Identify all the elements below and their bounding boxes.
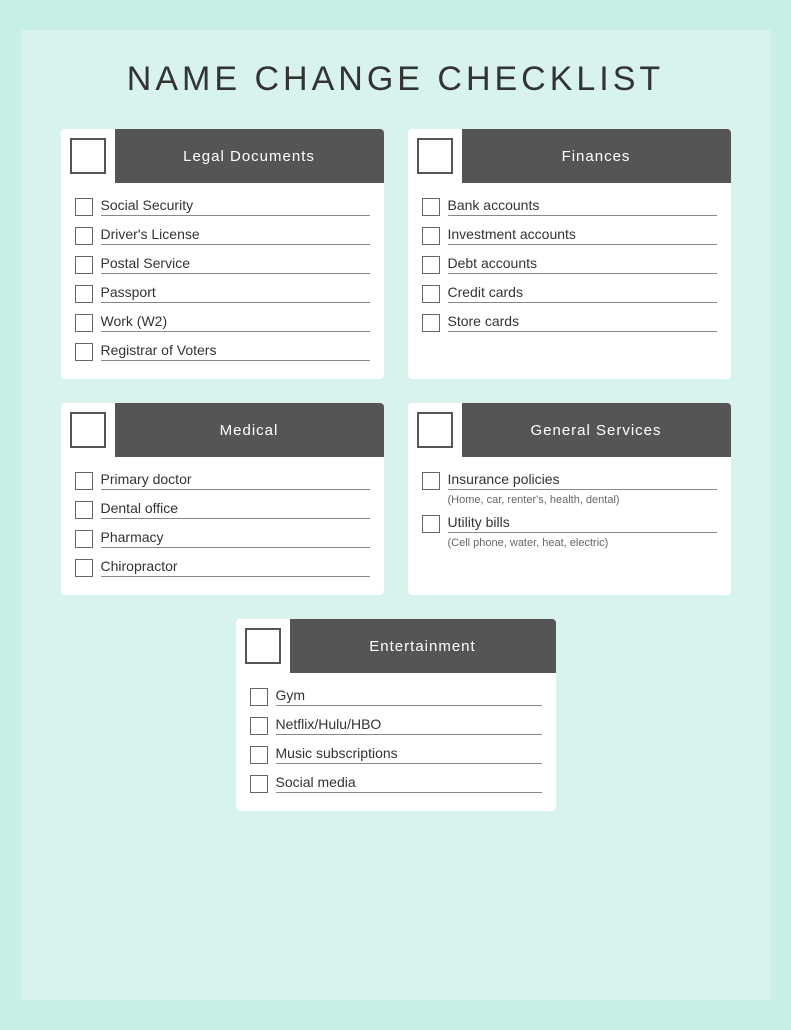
section-legal: Legal Documents Social Security Driver's… [61, 129, 384, 379]
list-item: Insurance policies [422, 471, 717, 490]
checkbox-dental-office[interactable] [75, 501, 93, 519]
section-finances: Finances Bank accounts Investment accoun… [408, 129, 731, 379]
section-general-title: General Services [462, 403, 731, 457]
list-item: Social media [250, 774, 542, 793]
checkbox-credit-cards[interactable] [422, 285, 440, 303]
section-entertainment: Entertainment Gym Netflix/Hulu/HBO Music… [236, 619, 556, 811]
section-finances-checkbox-area [408, 129, 462, 183]
list-item: Pharmacy [75, 529, 370, 548]
label-insurance-policies: Insurance policies [448, 471, 717, 490]
checkbox-passport[interactable] [75, 285, 93, 303]
section-legal-big-checkbox[interactable] [70, 138, 106, 174]
checkbox-store-cards[interactable] [422, 314, 440, 332]
list-item: Debt accounts [422, 255, 717, 274]
label-chiropractor: Chiropractor [101, 558, 370, 577]
list-item: Investment accounts [422, 226, 717, 245]
section-general-body: Insurance policies (Home, car, renter's,… [408, 457, 731, 575]
label-social-media: Social media [276, 774, 542, 793]
checkbox-music-subscriptions[interactable] [250, 746, 268, 764]
label-work-w2: Work (W2) [101, 313, 370, 332]
page-title: NAME CHANGE CHECKLIST [61, 60, 731, 99]
label-bank-accounts: Bank accounts [448, 197, 717, 216]
section-general-big-checkbox[interactable] [417, 412, 453, 448]
label-pharmacy: Pharmacy [101, 529, 370, 548]
label-postal-service: Postal Service [101, 255, 370, 274]
section-general-checkbox-area [408, 403, 462, 457]
list-item: Gym [250, 687, 542, 706]
checkbox-netflix[interactable] [250, 717, 268, 735]
section-finances-big-checkbox[interactable] [417, 138, 453, 174]
entertainment-wrapper: Entertainment Gym Netflix/Hulu/HBO Music… [61, 619, 731, 811]
checkbox-chiropractor[interactable] [75, 559, 93, 577]
section-legal-header: Legal Documents [61, 129, 384, 183]
list-item: Store cards [422, 313, 717, 332]
list-item: Social Security [75, 197, 370, 216]
checkbox-social-media[interactable] [250, 775, 268, 793]
checkbox-bank-accounts[interactable] [422, 198, 440, 216]
label-passport: Passport [101, 284, 370, 303]
label-utility-bills: Utility bills [448, 514, 717, 533]
list-item: Bank accounts [422, 197, 717, 216]
sublabel-insurance-policies: (Home, car, renter's, health, dental) [448, 494, 717, 506]
checkbox-social-security[interactable] [75, 198, 93, 216]
label-registrar: Registrar of Voters [101, 342, 370, 361]
section-general: General Services Insurance policies (Hom… [408, 403, 731, 595]
list-item: Driver's License [75, 226, 370, 245]
checkbox-postal-service[interactable] [75, 256, 93, 274]
label-credit-cards: Credit cards [448, 284, 717, 303]
list-item: Credit cards [422, 284, 717, 303]
section-entertainment-body: Gym Netflix/Hulu/HBO Music subscriptions… [236, 673, 556, 811]
section-medical-header: Medical [61, 403, 384, 457]
section-entertainment-checkbox-area [236, 619, 290, 673]
list-item: Utility bills [422, 514, 717, 533]
checkbox-registrar[interactable] [75, 343, 93, 361]
sublabel-utility-bills: (Cell phone, water, heat, electric) [448, 537, 717, 549]
label-drivers-license: Driver's License [101, 226, 370, 245]
checkbox-primary-doctor[interactable] [75, 472, 93, 490]
section-medical-big-checkbox[interactable] [70, 412, 106, 448]
page: NAME CHANGE CHECKLIST Legal Documents So… [21, 30, 771, 1000]
section-finances-header: Finances [408, 129, 731, 183]
checkbox-work-w2[interactable] [75, 314, 93, 332]
list-item: Primary doctor [75, 471, 370, 490]
checkbox-gym[interactable] [250, 688, 268, 706]
label-store-cards: Store cards [448, 313, 717, 332]
section-legal-checkbox-area [61, 129, 115, 183]
section-general-header: General Services [408, 403, 731, 457]
checkbox-insurance-policies[interactable] [422, 472, 440, 490]
label-netflix: Netflix/Hulu/HBO [276, 716, 542, 735]
section-medical-title: Medical [115, 403, 384, 457]
list-item: Registrar of Voters [75, 342, 370, 361]
label-music-subscriptions: Music subscriptions [276, 745, 542, 764]
label-social-security: Social Security [101, 197, 370, 216]
list-item: Passport [75, 284, 370, 303]
label-dental-office: Dental office [101, 500, 370, 519]
list-item: Postal Service [75, 255, 370, 274]
checkbox-drivers-license[interactable] [75, 227, 93, 245]
list-item: Dental office [75, 500, 370, 519]
checkbox-utility-bills[interactable] [422, 515, 440, 533]
list-item: Netflix/Hulu/HBO [250, 716, 542, 735]
label-gym: Gym [276, 687, 542, 706]
section-medical-checkbox-area [61, 403, 115, 457]
section-legal-title: Legal Documents [115, 129, 384, 183]
section-medical-body: Primary doctor Dental office Pharmacy Ch… [61, 457, 384, 595]
checkbox-debt-accounts[interactable] [422, 256, 440, 274]
list-item: Work (W2) [75, 313, 370, 332]
checkbox-investment-accounts[interactable] [422, 227, 440, 245]
section-medical: Medical Primary doctor Dental office Pha… [61, 403, 384, 595]
section-finances-title: Finances [462, 129, 731, 183]
label-debt-accounts: Debt accounts [448, 255, 717, 274]
sections-grid: Legal Documents Social Security Driver's… [61, 129, 731, 595]
label-investment-accounts: Investment accounts [448, 226, 717, 245]
label-primary-doctor: Primary doctor [101, 471, 370, 490]
section-legal-body: Social Security Driver's License Postal … [61, 183, 384, 379]
section-entertainment-big-checkbox[interactable] [245, 628, 281, 664]
section-finances-body: Bank accounts Investment accounts Debt a… [408, 183, 731, 350]
section-entertainment-title: Entertainment [290, 619, 556, 673]
list-item: Music subscriptions [250, 745, 542, 764]
checkbox-pharmacy[interactable] [75, 530, 93, 548]
list-item: Chiropractor [75, 558, 370, 577]
section-entertainment-header: Entertainment [236, 619, 556, 673]
